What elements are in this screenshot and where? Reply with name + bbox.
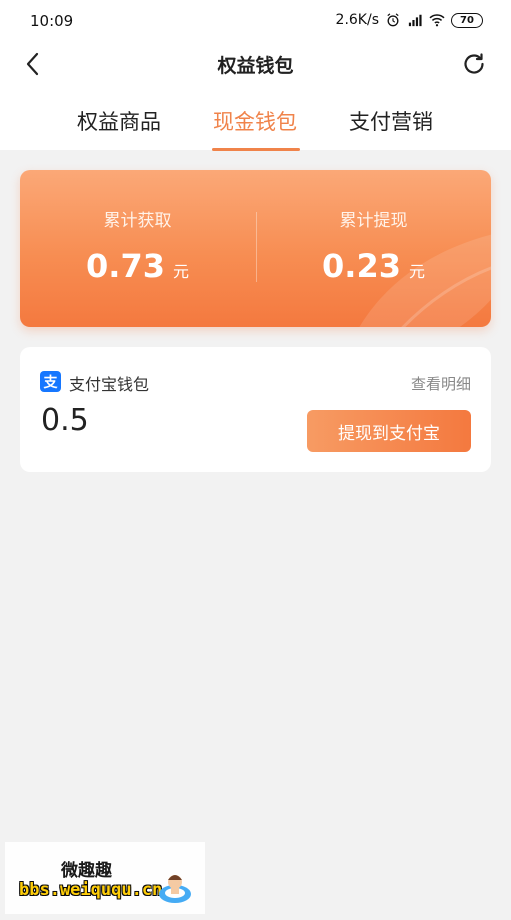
tab-bar: 权益商品 现金钱包 支付营销 bbox=[0, 84, 511, 151]
alarm-icon bbox=[387, 13, 399, 27]
wallet-balance: 0.5 bbox=[41, 403, 89, 438]
total-earned-value: 0.73 bbox=[86, 247, 165, 285]
mascot-icon bbox=[159, 875, 191, 903]
page-title: 权益钱包 bbox=[217, 55, 294, 77]
tab-rights-goods[interactable]: 权益商品 bbox=[77, 106, 161, 136]
alipay-wallet-card: 支 支付宝钱包 查看明细 0.5 提现到支付宝 bbox=[20, 347, 491, 472]
refresh-button[interactable] bbox=[459, 49, 489, 79]
total-withdrawn-label: 累计提现 bbox=[339, 211, 408, 231]
summary-card: 累计获取 0.73 元 累计提现 0.23 元 bbox=[20, 170, 491, 327]
view-details-link[interactable]: 查看明细 bbox=[411, 373, 471, 394]
refresh-icon bbox=[464, 53, 484, 74]
wifi-icon bbox=[429, 14, 445, 27]
total-earned-unit: 元 bbox=[172, 262, 189, 281]
withdraw-to-alipay-button[interactable]: 提现到支付宝 bbox=[307, 410, 471, 452]
signal-icon bbox=[408, 14, 422, 27]
total-withdrawn-unit: 元 bbox=[408, 262, 425, 281]
tab-cash-wallet[interactable]: 现金钱包 bbox=[213, 106, 297, 136]
watermark-url: bbs.weiququ.cn bbox=[19, 880, 163, 900]
status-icons: 2.6K/s 70 bbox=[336, 12, 483, 28]
wallet-name: 支付宝钱包 bbox=[69, 375, 150, 394]
alipay-icon: 支 bbox=[40, 371, 61, 392]
battery-indicator: 70 bbox=[451, 12, 483, 28]
total-earned: 累计获取 0.73 元 bbox=[20, 206, 255, 285]
nav-header: 权益钱包 bbox=[0, 44, 511, 84]
total-withdrawn: 累计提现 0.23 元 bbox=[256, 206, 491, 285]
total-earned-label: 累计获取 bbox=[103, 211, 172, 231]
status-time: 10:09 bbox=[30, 12, 74, 30]
network-speed: 2.6K/s bbox=[335, 12, 379, 28]
tab-payment-marketing[interactable]: 支付营销 bbox=[349, 106, 433, 136]
watermark-title: 微趣趣 bbox=[61, 861, 112, 881]
active-tab-indicator bbox=[212, 148, 300, 151]
watermark: 微趣趣 bbs.weiququ.cn bbox=[5, 842, 205, 914]
status-bar: 10:09 2.6K/s 70 bbox=[0, 0, 511, 44]
total-withdrawn-value: 0.23 bbox=[322, 247, 401, 285]
